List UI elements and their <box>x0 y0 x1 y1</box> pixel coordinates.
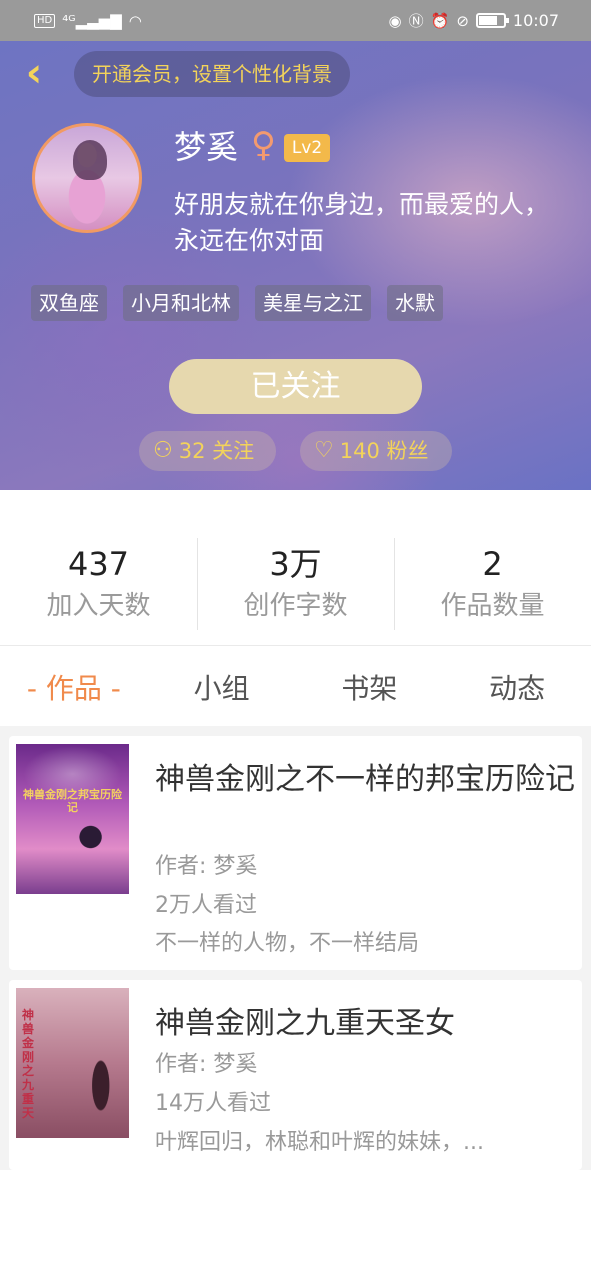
stat-days-joined: 437 加入天数 <box>0 530 197 635</box>
work-author: 作者: 梦奚 <box>155 854 258 879</box>
status-right: ◉ Ⓝ ⏰ ⊘ 10:07 <box>389 11 559 30</box>
profile-tabs: - 作品 - 小组 书架 动态 <box>0 662 591 716</box>
stat-label: 作品数量 <box>440 591 545 621</box>
work-title: 神兽金刚之九重天圣女 <box>155 1006 455 1041</box>
status-left: HD ⁴ᴳ▂▃▅▇ ◠ <box>34 13 142 29</box>
hd-indicator: HD <box>34 13 56 28</box>
stat-works-count: 2 作品数量 <box>394 530 591 635</box>
tab-activity[interactable]: 动态 <box>443 662 591 716</box>
work-views: 14万人看过 <box>155 1091 271 1116</box>
wifi-icon: ◠ <box>128 11 142 30</box>
username: 梦奚 <box>174 128 239 166</box>
signal-icon: ⁴ᴳ▂▃▅▇ <box>62 11 122 30</box>
avatar-figure <box>73 140 107 180</box>
work-views: 2万人看过 <box>155 893 257 918</box>
stats-row: 437 加入天数 3万 创作字数 2 作品数量 <box>0 530 591 635</box>
following-button[interactable]: ⚇ 32 关注 <box>139 431 276 471</box>
fans-button[interactable]: ♡ 140 粉丝 <box>300 431 452 471</box>
stat-value: 2 <box>482 545 503 583</box>
cover-title: 神兽金刚之九重天 <box>22 1008 35 1120</box>
stat-value: 437 <box>67 545 130 583</box>
followed-button[interactable]: 已关注 <box>169 359 422 414</box>
user-bio: 好朋友就在你身边，而最爱的人，永远在你对面 <box>174 190 550 255</box>
divider <box>0 645 591 646</box>
tag: 双鱼座 <box>31 285 107 321</box>
vip-background-button[interactable]: 开通会员，设置个性化背景 <box>74 51 350 97</box>
heart-icon: ♡ <box>314 438 334 463</box>
tab-bookshelf[interactable]: 书架 <box>296 662 444 716</box>
cover-title: 神兽金刚之邦宝历险记 <box>23 788 122 814</box>
female-gender-icon: ♀ <box>251 125 276 165</box>
eye-icon: ◉ <box>388 11 402 30</box>
list-item[interactable]: 神兽金刚之邦宝历险记 神兽金刚之不一样的邦宝历险记 作者: 梦奚 2万人看过 不… <box>9 736 582 970</box>
status-time: 10:07 <box>512 11 559 30</box>
following-count: 32 关注 <box>178 439 255 463</box>
stat-value: 3万 <box>269 545 322 583</box>
stat-label: 加入天数 <box>46 591 151 621</box>
tab-works[interactable]: - 作品 - <box>0 662 148 716</box>
battery-icon <box>475 13 509 28</box>
tag: 水默 <box>387 285 443 321</box>
user-tags: 双鱼座 小月和北林 美星与之江 水默 <box>31 285 443 321</box>
stat-words-written: 3万 创作字数 <box>197 530 394 635</box>
work-summary: 不一样的人物，不一样结局 <box>155 931 420 956</box>
back-chevron-icon[interactable]: ‹ <box>14 53 54 97</box>
profile-header: ‹ 开通会员，设置个性化背景 梦奚 ♀ Lv2 好朋友就在你身边，而最爱的人，永… <box>0 41 591 490</box>
tab-groups[interactable]: 小组 <box>148 662 296 716</box>
status-bar: HD ⁴ᴳ▂▃▅▇ ◠ ◉ Ⓝ ⏰ ⊘ 10:07 <box>0 0 591 41</box>
mute-icon: ⊘ <box>456 11 469 30</box>
work-author: 作者: 梦奚 <box>155 1052 258 1077</box>
book-cover: 神兽金刚之九重天 <box>16 988 129 1138</box>
alarm-icon: ⏰ <box>430 11 450 30</box>
list-item[interactable]: 神兽金刚之九重天 神兽金刚之九重天圣女 作者: 梦奚 14万人看过 叶辉回归，林… <box>9 980 582 1170</box>
add-user-icon: ⚇ <box>153 438 173 463</box>
work-title: 神兽金刚之不一样的邦宝历险记 <box>155 762 575 797</box>
tag: 美星与之江 <box>255 285 371 321</box>
stat-label: 创作字数 <box>243 591 348 621</box>
level-badge: Lv2 <box>284 134 330 162</box>
avatar[interactable] <box>32 123 142 233</box>
work-summary: 叶辉回归，林聪和叶辉的妹妹，... <box>155 1130 484 1155</box>
nfc-icon: Ⓝ <box>408 11 424 30</box>
tag: 小月和北林 <box>123 285 239 321</box>
fans-count: 140 粉丝 <box>339 439 429 463</box>
book-cover: 神兽金刚之邦宝历险记 <box>16 744 129 894</box>
